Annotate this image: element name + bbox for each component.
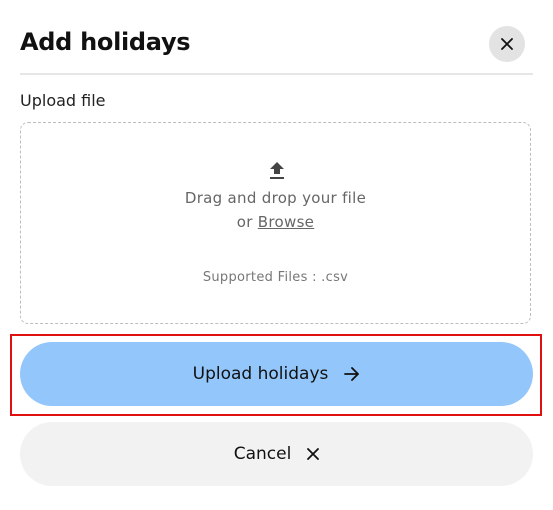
browse-line: or Browse xyxy=(21,213,530,231)
close-button[interactable] xyxy=(489,26,525,62)
arrow-right-icon xyxy=(344,367,360,381)
cancel-label: Cancel xyxy=(233,444,292,464)
upload-icon xyxy=(270,162,284,179)
file-dropzone[interactable]: Drag and drop your file or Browse Suppor… xyxy=(20,122,531,324)
upload-holidays-button[interactable]: Upload holidays xyxy=(20,342,533,406)
cancel-button[interactable]: Cancel xyxy=(20,422,533,486)
browse-link[interactable]: Browse xyxy=(258,213,314,231)
drag-drop-text: Drag and drop your file xyxy=(184,189,367,207)
dialog-title: Add holidays xyxy=(20,28,191,56)
close-icon xyxy=(501,38,513,50)
dialog-header: Add holidays xyxy=(20,0,533,75)
upload-holidays-label: Upload holidays xyxy=(192,364,329,384)
supported-files-text: Supported Files : .csv xyxy=(202,270,349,285)
close-icon xyxy=(307,448,320,460)
or-text: or xyxy=(236,213,258,231)
upload-file-label: Upload file xyxy=(20,91,106,110)
